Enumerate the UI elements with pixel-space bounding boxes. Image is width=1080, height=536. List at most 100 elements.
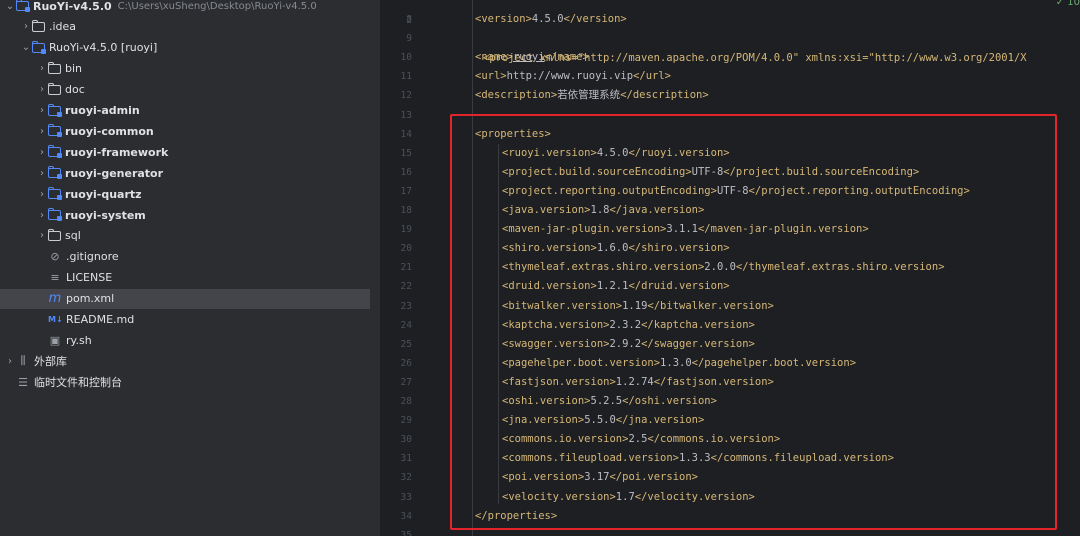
code-line[interactable]: 20 <shiro.version>1.6.0</shiro.version> — [380, 239, 1080, 258]
tree-item-ruoyi-framework[interactable]: › ruoyi-framework — [0, 142, 380, 162]
line-number: 25 — [400, 338, 412, 350]
code-line[interactable]: 34 </properties> — [380, 507, 1080, 526]
chevron-right-icon[interactable]: › — [36, 63, 48, 74]
line-number: 35 — [400, 529, 412, 536]
tree-item-label: .gitignore — [66, 250, 119, 264]
xml-tag: </java.version> — [609, 204, 705, 216]
chevron-right-icon[interactable]: › — [4, 356, 16, 367]
xml-tag: <maven-jar-plugin.version> — [502, 223, 667, 236]
folder-icon — [31, 19, 45, 32]
code-text: <project.reporting.outputEncoding>UTF-8<… — [502, 182, 970, 201]
code-line[interactable]: 13 — [380, 106, 1080, 125]
tree-item-idea[interactable]: › .idea — [0, 17, 380, 37]
xml-text: 1.6.0 — [596, 242, 629, 255]
xml-tag: <url> — [475, 70, 507, 83]
line-number: 30 — [400, 434, 412, 446]
chevron-right-icon[interactable]: › — [36, 230, 48, 241]
code-line[interactable]: 10 <name>ruoyi</name> — [380, 48, 1080, 67]
xml-text: 1.3.3 — [679, 452, 711, 465]
xml-tag: </thymeleaf.extras.shiro.version> — [735, 261, 945, 274]
tree-item-ruoyi-quartz[interactable]: › ruoyi-quartz — [0, 184, 380, 204]
code-line[interactable]: 22 <druid.version>1.2.1</druid.version> — [380, 277, 1080, 296]
tree-item-gitignore[interactable]: ⊘ .gitignore — [0, 247, 380, 267]
line-number: 16 — [400, 166, 412, 178]
code-line[interactable]: 30 <commons.io.version>2.5</commons.io.ve… — [380, 430, 1080, 449]
xml-tag: </druid.version> — [628, 280, 730, 293]
code-line[interactable]: 21 <thymeleaf.extras.shiro.version>2.0.0<… — [380, 258, 1080, 277]
code-text: <url>http://www.ruoyi.vip</url> — [475, 67, 671, 86]
xml-tag: </maven-jar-plugin.version> — [697, 223, 869, 236]
tree-item-ruoyi-generator[interactable]: › ruoyi-generator — [0, 163, 380, 183]
chevron-right-icon[interactable]: › — [36, 84, 48, 95]
chevron-right-icon[interactable]: › — [36, 210, 48, 221]
tree-item-sql[interactable]: › sql — [0, 226, 380, 246]
line-number: 8 — [406, 14, 412, 25]
line-number: 15 — [400, 147, 412, 159]
xml-tag: </swagger.version> — [641, 337, 755, 350]
xml-tag: <version> — [475, 13, 532, 25]
tree-item-doc[interactable]: › doc — [0, 80, 380, 100]
folder-icon — [47, 82, 61, 95]
line-number: 26 — [400, 357, 412, 369]
code-line[interactable]: 31 <commons.fileupload.version>1.3.3</com… — [380, 449, 1080, 468]
xml-tag: <commons.fileupload.version> — [502, 452, 680, 465]
code-editor[interactable]: 2 <project xmlns="http://maven.apache.or… — [380, 0, 1080, 536]
code-line[interactable]: 35 — [380, 526, 1080, 536]
chevron-right-icon[interactable]: › — [20, 21, 32, 32]
chevron-right-icon[interactable]: › — [36, 147, 48, 158]
tree-item-pom-xml[interactable]: m pom.xml — [0, 288, 370, 309]
code-line[interactable]: 23 <bitwalker.version>1.19</bitwalker.ver… — [380, 297, 1080, 316]
tree-item-ruoyi-v4-5-0[interactable]: ⌄ RuoYi-v4.5.0 C:\Users\xuSheng\Desktop\Ru… — [0, 0, 380, 16]
tree-item-外部库[interactable]: › ⫼ 外部库 — [0, 351, 380, 371]
code-line[interactable]: 17 <project.reporting.outputEncoding>UTF-… — [380, 182, 1080, 201]
tree-item-readme-md[interactable]: M↓ README.md — [0, 310, 380, 330]
inspection-badge[interactable]: ✓ 10 — [1052, 0, 1080, 8]
code-line[interactable]: 12 <description>若依管理系统</description> — [380, 86, 1080, 105]
tree-item-label: ruoyi-admin — [65, 104, 140, 117]
xml-tag: <kaptcha.version> — [502, 318, 610, 331]
xml-tag: <pagehelper.boot.version> — [502, 356, 661, 369]
line-number: 19 — [400, 224, 412, 236]
code-text: <ruoyi.version>4.5.0</ruoyi.version> — [502, 144, 730, 163]
chevron-right-icon[interactable]: › — [36, 126, 48, 137]
tree-item-临时文件和控制台[interactable]: ☰ 临时文件和控制台 — [0, 372, 380, 392]
tree-item-license[interactable]: ≡ LICENSE — [0, 268, 380, 288]
code-line[interactable]: 16 <project.build.sourceEncoding>UTF-8</p… — [380, 163, 1080, 182]
tree-item-ry-sh[interactable]: ▣ ry.sh — [0, 330, 380, 350]
code-line[interactable]: 27 <fastjson.version>1.2.74</fastjson.ver… — [380, 373, 1080, 392]
tree-item-ruoyi-admin[interactable]: › ruoyi-admin — [0, 101, 380, 121]
code-line[interactable]: 29 <jna.version>5.5.0</jna.version> — [380, 411, 1080, 430]
chevron-right-icon[interactable]: › — [36, 189, 48, 200]
code-line[interactable]: 8 <version>4.5.0</version> — [380, 10, 1080, 29]
code-line[interactable]: 18 <java.version>1.8</java.version> — [380, 201, 1080, 220]
code-line[interactable]: 24 <kaptcha.version>2.3.2</kaptcha.versio… — [380, 316, 1080, 335]
code-line[interactable]: 26 <pagehelper.boot.version>1.3.0</pagehe… — [380, 354, 1080, 373]
xml-tag: <description> — [475, 89, 558, 102]
chevron-down-icon[interactable]: ⌄ — [20, 42, 32, 53]
tree-item-ruoyi-common[interactable]: › ruoyi-common — [0, 121, 380, 141]
tree-item-ruoyi-v4-5-0-ruoyi[interactable]: ⌄ RuoYi-v4.5.0 [ruoyi] — [0, 38, 380, 58]
xml-tag: </oshi.version> — [622, 395, 717, 407]
tree-item-ruoyi-system[interactable]: › ruoyi-system — [0, 205, 380, 225]
project-path-hint: C:\Users\xuSheng\Desktop\RuoYi-v4.5.0 — [117, 0, 317, 12]
tree-item-bin[interactable]: › bin — [0, 59, 380, 79]
code-line[interactable]: 14 <properties> — [380, 125, 1080, 144]
xml-tag: </properties> — [475, 509, 558, 522]
xml-tag: </description> — [620, 89, 709, 102]
code-line[interactable]: 32 <poi.version>3.17</poi.version> — [380, 468, 1080, 487]
code-line[interactable]: 33 <velocity.version>1.7</velocity.versio… — [380, 488, 1080, 507]
code-text: <shiro.version>1.6.0</shiro.version> — [502, 239, 730, 258]
code-line[interactable]: 15 <ruoyi.version>4.5.0</ruoyi.version> — [380, 144, 1080, 163]
chevron-right-icon[interactable]: › — [36, 105, 48, 116]
code-text: <description>若依管理系统</description> — [475, 86, 709, 105]
line-number: 14 — [400, 128, 412, 140]
xml-text: 1.7 — [615, 490, 635, 503]
code-line[interactable]: 25 <swagger.version>2.9.2</swagger.versio… — [380, 335, 1080, 354]
code-line[interactable]: 28 <oshi.version>5.2.5</oshi.version> — [380, 392, 1080, 411]
chevron-right-icon[interactable]: › — [36, 168, 48, 179]
code-line[interactable]: 19 <maven-jar-plugin.version>3.1.1</maven… — [380, 220, 1080, 239]
line-number: 10 — [400, 52, 412, 64]
code-line[interactable]: 11 <url>http://www.ruoyi.vip</url> — [380, 67, 1080, 86]
code-line[interactable]: 9 — [380, 29, 1080, 48]
chevron-down-icon[interactable]: ⌄ — [4, 1, 16, 12]
